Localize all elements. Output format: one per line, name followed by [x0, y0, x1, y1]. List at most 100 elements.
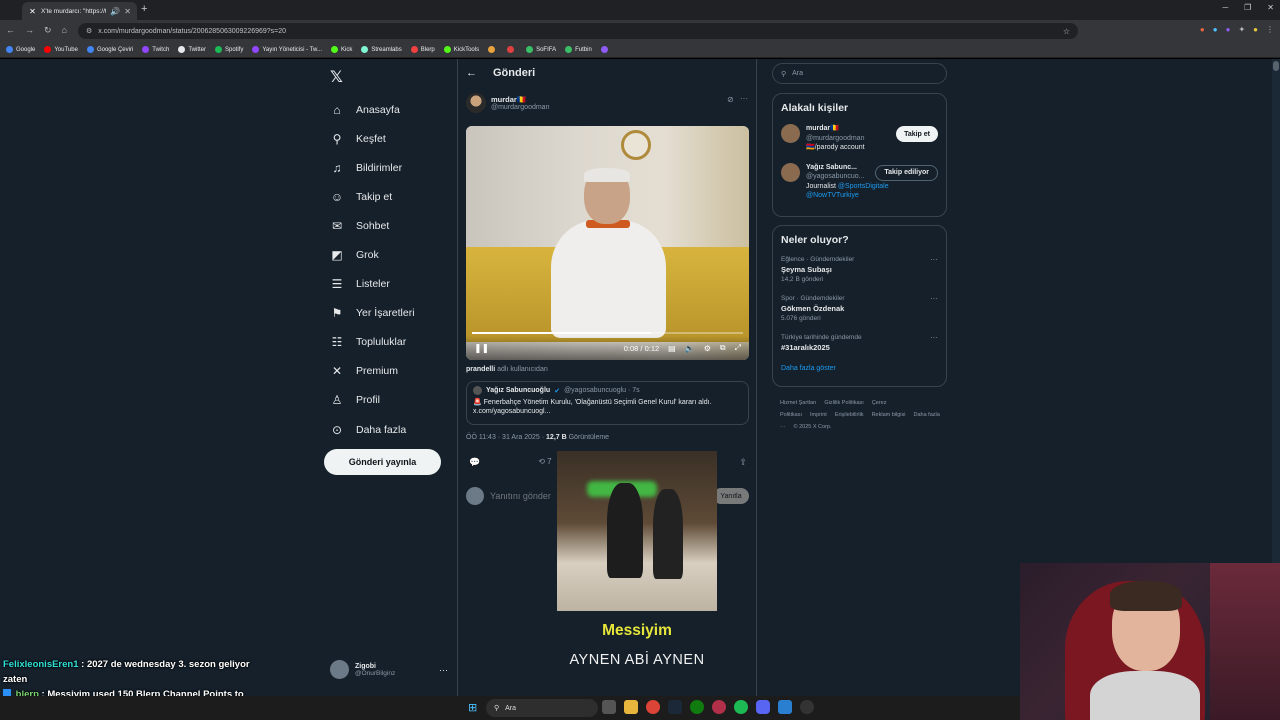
author-handle[interactable]: @murdargoodman [491, 104, 549, 111]
new-tab-icon[interactable]: + [141, 3, 147, 15]
bookmark-item[interactable] [507, 46, 517, 53]
pip-icon[interactable]: ⧉ [720, 343, 726, 353]
post-time[interactable]: ÖÖ 11:43 · 31 Ara 2025 · [466, 434, 546, 441]
bookmark-item[interactable]: SoFIFA [526, 46, 556, 53]
retweet-icon[interactable]: ⟲ 7 [538, 457, 551, 468]
bookmark-item[interactable] [488, 46, 498, 53]
chrome-icon[interactable] [646, 700, 660, 714]
bookmark-item[interactable] [600, 46, 611, 53]
site-info-icon[interactable]: ⚙ [86, 27, 92, 35]
nav-item[interactable]: ☷ Topluluklar [330, 328, 415, 357]
xbox-icon[interactable] [690, 700, 704, 714]
nav-item[interactable]: ♫ Bildirimler [330, 153, 415, 182]
nav-item[interactable]: ✕ Premium [330, 357, 415, 386]
bookmark-item[interactable]: Streamlabs [361, 46, 402, 53]
video-progress-bar[interactable] [472, 332, 743, 334]
more-icon[interactable]: ··· [930, 333, 938, 343]
bookmark-item[interactable]: Twitch [142, 46, 169, 53]
discord-icon[interactable] [756, 700, 770, 714]
footer-link[interactable]: Imprint [810, 412, 827, 418]
taskbar-search[interactable]: ⚲ Ara [486, 699, 598, 717]
related-person[interactable]: Yağız Sabunc... @yagosabuncuo... Journalis… [781, 162, 938, 201]
more-icon[interactable]: ··· [930, 294, 938, 304]
bookmark-item[interactable]: Blerp [410, 46, 435, 53]
x-logo-icon[interactable]: 𝕏 [330, 67, 343, 87]
nav-item[interactable]: ♙ Profil [330, 386, 415, 415]
bookmark-item[interactable]: Twitter [178, 46, 206, 53]
obs-icon[interactable] [800, 700, 814, 714]
avatar[interactable] [781, 124, 800, 143]
nav-item[interactable]: ☰ Listeler [330, 270, 415, 299]
show-more-link[interactable]: Daha fazla göster [781, 365, 938, 372]
grok-icon[interactable]: ⊘ [727, 95, 734, 104]
fullscreen-icon[interactable]: ⤢ [735, 343, 741, 353]
profile-avatar-icon[interactable]: ● [1253, 25, 1258, 34]
trend-item[interactable]: Eğlence · Gündemdekiler Şeyma Subaşı 14,2 … [781, 255, 938, 285]
tab-close-icon[interactable]: ✕ [124, 7, 131, 16]
spotify-icon[interactable] [734, 700, 748, 714]
reply-icon[interactable]: 💬 [469, 457, 480, 468]
browser-tab[interactable]: ✕ X'te murdarcı: "https://t.co... 🔊 ✕ [22, 2, 137, 20]
nav-item[interactable]: ⌂ Anasayfa [330, 95, 415, 124]
avatar[interactable] [466, 93, 486, 113]
steam-icon[interactable] [668, 700, 682, 714]
back-icon[interactable]: ← [6, 25, 15, 36]
bookmark-item[interactable]: Yayın Yöneticisi - Tw... [252, 46, 322, 53]
forward-icon[interactable]: → [25, 25, 34, 36]
footer-link[interactable]: Gizlilik Politikası [824, 400, 863, 406]
home-browser-icon[interactable]: ⌂ [62, 25, 67, 36]
person-name[interactable]: murdar🇷🇴 [806, 124, 865, 134]
bookmark-item[interactable]: Google Çeviri [86, 46, 133, 53]
nav-item[interactable]: ✉ Sohbet [330, 211, 415, 240]
bookmark-item[interactable]: Google [6, 46, 35, 53]
bookmark-star-icon[interactable]: ☆ [1063, 27, 1070, 36]
follow-button[interactable]: Takip ediliyor [875, 164, 938, 181]
bookmark-item[interactable]: Kick [331, 46, 352, 53]
footer-link[interactable]: Erişilebilirlik [835, 412, 864, 418]
window-close-icon[interactable]: ✕ [1267, 3, 1274, 12]
more-icon[interactable]: ··· [439, 665, 448, 675]
puzzle-icon[interactable]: ✦ [1238, 25, 1245, 34]
footer-link[interactable]: Hizmet Şartları [780, 400, 816, 406]
reply-button[interactable]: Yanıtla [713, 488, 749, 504]
photos-icon[interactable] [778, 700, 792, 714]
bookmark-item[interactable]: YouTube [44, 46, 78, 53]
task-view-icon[interactable] [602, 700, 616, 714]
video-player[interactable]: ❚❚ 0:08 / 0:12 ▤ 🔈 ⚙ ⧉ ⤢ [466, 126, 749, 360]
footer-link[interactable]: © 2025 X Corp. [794, 424, 832, 430]
more-icon[interactable]: ··· [930, 255, 938, 265]
search-input[interactable]: ⚲ Ara [772, 63, 947, 84]
credit-user[interactable]: prandelli [466, 366, 495, 373]
app-icon[interactable] [712, 700, 726, 714]
address-bar[interactable]: ⚙ x.com/murdargoodman/status/20062850630… [78, 23, 1078, 39]
reload-icon[interactable]: ↻ [44, 25, 52, 36]
post-author[interactable]: murdar🇷🇴 @murdargoodman [466, 93, 549, 113]
extension-icon[interactable]: ● [1226, 25, 1231, 34]
minimize-icon[interactable]: ─ [1222, 3, 1228, 12]
audio-icon[interactable]: 🔊 [110, 7, 120, 16]
captions-icon[interactable]: ▤ [668, 344, 676, 353]
settings-icon[interactable]: ⚙ [704, 344, 711, 353]
file-explorer-icon[interactable] [624, 700, 638, 714]
trend-item[interactable]: Türkiye tarihinde gündemde #31aralık2025 ·… [781, 333, 938, 353]
reply-input[interactable]: Yanıtını gönder [490, 491, 551, 501]
bookmark-item[interactable]: Spotify [214, 46, 243, 53]
avatar[interactable] [781, 162, 800, 182]
menu-icon[interactable]: ⋮ [1266, 25, 1274, 34]
post-button[interactable]: Gönderi yayınla [324, 449, 441, 475]
extension-icon[interactable]: ● [1213, 25, 1218, 34]
maximize-icon[interactable]: ❐ [1244, 3, 1251, 12]
bookmark-item[interactable]: KickTools [443, 46, 479, 53]
volume-icon[interactable]: 🔈 [685, 344, 695, 353]
nav-item[interactable]: ⚲ Keşfet [330, 124, 415, 153]
nav-item[interactable]: ⚑ Yer İşaretleri [330, 299, 415, 328]
trend-item[interactable]: Spor · Gündemdekiler Gökmen Özdenak 5.076 … [781, 294, 938, 324]
related-person[interactable]: murdar🇷🇴 @murdargoodman 🇦🇲/parody account … [781, 124, 938, 153]
back-arrow-icon[interactable]: ← [466, 67, 477, 79]
extension-icon[interactable]: ● [1200, 25, 1205, 34]
pause-icon[interactable]: ❚❚ [474, 343, 489, 354]
author-name[interactable]: murdar🇷🇴 [491, 95, 549, 104]
nav-item[interactable]: ⊙ Daha fazla [330, 415, 415, 444]
footer-link[interactable]: Reklam bilgisi [872, 412, 906, 418]
nav-item[interactable]: ☺ Takip et [330, 182, 415, 211]
